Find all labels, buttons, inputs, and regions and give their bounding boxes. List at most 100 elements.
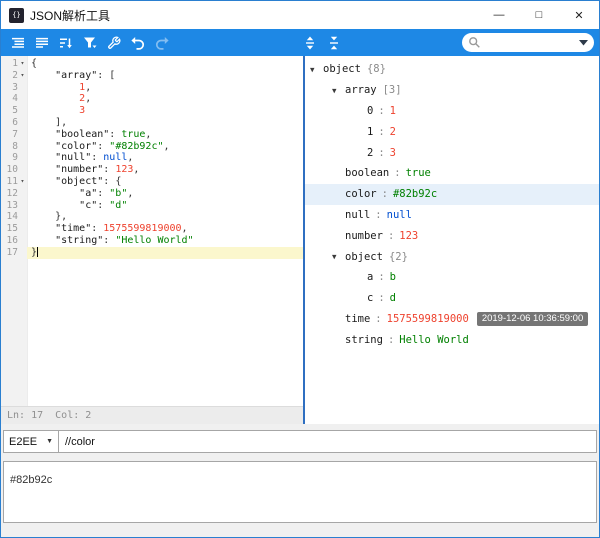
code-line: "number": 123, xyxy=(27,164,303,176)
tree-key[interactable]: c xyxy=(367,292,373,304)
editor-line[interactable]: 17} xyxy=(1,247,303,259)
redo-icon xyxy=(155,36,169,50)
tree-row[interactable]: string:Hello World xyxy=(305,329,599,350)
line-number-gutter: 16 xyxy=(1,235,27,247)
code-token: : xyxy=(91,152,103,163)
json-tree-view[interactable]: ▼object{8}▼array[3]0:11:22:3boolean:true… xyxy=(305,56,599,424)
code-token: "object" xyxy=(55,176,103,187)
tree-row[interactable]: a:b xyxy=(305,267,599,288)
editor-line[interactable]: 15 "time": 1575599819000, xyxy=(1,223,303,235)
tree-row[interactable]: 0:1 xyxy=(305,101,599,122)
editor-line[interactable]: 16 "string": "Hello World" xyxy=(1,235,303,247)
editor-line[interactable]: 8 "color": "#82b92c", xyxy=(1,141,303,153)
tree-row[interactable]: ▼object{8} xyxy=(305,59,599,80)
tree-key[interactable]: number xyxy=(345,230,383,242)
tree-row[interactable]: null:null xyxy=(305,205,599,226)
editor-statusbar: Ln: 17 Col: 2 xyxy=(1,406,303,424)
tree-key[interactable]: time xyxy=(345,313,370,325)
editor-line[interactable]: 1▾{ xyxy=(1,58,303,70)
editor-line[interactable]: 10 "number": 123, xyxy=(1,164,303,176)
tree-key[interactable]: color xyxy=(345,188,377,200)
code-token: , xyxy=(85,93,91,104)
code-token: , xyxy=(133,164,139,175)
tree-key[interactable]: string xyxy=(345,334,383,346)
tree-value[interactable]: 1575599819000 xyxy=(387,313,469,325)
editor-line[interactable]: 9 "null": null, xyxy=(1,152,303,164)
tree-value[interactable]: 2 xyxy=(390,126,396,138)
tree-key[interactable]: 0 xyxy=(367,105,373,117)
tree-row[interactable]: ▼array[3] xyxy=(305,80,599,101)
tree-key[interactable]: 2 xyxy=(367,147,373,159)
tree-row[interactable]: ▼object{2} xyxy=(305,246,599,267)
tree-key[interactable]: array xyxy=(345,84,377,96)
editor-line[interactable]: 14 }, xyxy=(1,211,303,223)
tree-row[interactable]: time:15755998190002019-12-06 10:36:59:00 xyxy=(305,309,599,330)
tree-value[interactable]: 1 xyxy=(390,105,396,117)
tree-key[interactable]: null xyxy=(345,209,370,221)
tree-separator: : xyxy=(378,105,384,117)
filter-button[interactable] xyxy=(78,32,101,54)
json-code-editor[interactable]: 1▾{2▾ "array": [3 1,4 2,5 36 ],7 "boolea… xyxy=(1,56,303,424)
tree-row[interactable]: color:#82b92c xyxy=(305,184,599,205)
tree-row[interactable]: 2:3 xyxy=(305,142,599,163)
tree-value[interactable]: d xyxy=(390,292,396,304)
editor-line[interactable]: 7 "boolean": true, xyxy=(1,129,303,141)
tree-key[interactable]: object xyxy=(345,251,383,263)
collapse-node-icon[interactable]: ▼ xyxy=(331,252,345,261)
tree-key[interactable]: a xyxy=(367,271,373,283)
tree-row[interactable]: c:d xyxy=(305,288,599,309)
redo-button[interactable] xyxy=(150,32,173,54)
tree-value[interactable]: null xyxy=(387,209,412,221)
code-token: "d" xyxy=(109,200,127,211)
tree-key[interactable]: 1 xyxy=(367,126,373,138)
maximize-button[interactable]: □ xyxy=(519,1,559,29)
tree-value[interactable]: Hello World xyxy=(399,334,469,346)
tree-value[interactable]: 123 xyxy=(399,230,418,242)
tree-row[interactable]: boolean:true xyxy=(305,163,599,184)
fold-toggle-icon[interactable]: ▾ xyxy=(18,176,27,188)
editor-line[interactable]: 12 "a": "b", xyxy=(1,188,303,200)
editor-line[interactable]: 4 2, xyxy=(1,93,303,105)
format-button[interactable] xyxy=(6,32,29,54)
editor-line[interactable]: 5 3 xyxy=(1,105,303,117)
code-token: : xyxy=(97,70,109,81)
repair-button[interactable] xyxy=(102,32,125,54)
collapse-node-icon[interactable]: ▼ xyxy=(309,65,323,74)
query-path-input[interactable] xyxy=(59,430,597,453)
editor-line[interactable]: 3 1, xyxy=(1,82,303,94)
compact-button[interactable] xyxy=(30,32,53,54)
tree-key[interactable]: object xyxy=(323,63,361,75)
minimize-button[interactable]: — xyxy=(479,1,519,29)
fold-toggle-icon[interactable]: ▾ xyxy=(18,70,27,82)
undo-button[interactable] xyxy=(126,32,149,54)
code-token: }, xyxy=(31,211,67,222)
tree-value[interactable]: #82b92c xyxy=(393,188,437,200)
editor-line[interactable]: 2▾ "array": [ xyxy=(1,70,303,82)
tree-value[interactable]: true xyxy=(406,167,431,179)
expand-all-button[interactable] xyxy=(298,32,321,54)
tree-row[interactable]: 1:2 xyxy=(305,121,599,142)
fold-spacer xyxy=(18,164,27,176)
collapse-node-icon[interactable]: ▼ xyxy=(331,86,345,95)
code-token: { xyxy=(31,58,37,69)
close-button[interactable]: ✕ xyxy=(559,1,599,29)
sort-button[interactable] xyxy=(54,32,77,54)
search-box[interactable] xyxy=(462,33,594,52)
editor-lines[interactable]: 1▾{2▾ "array": [3 1,4 2,5 36 ],7 "boolea… xyxy=(1,56,303,406)
tree-value[interactable]: 3 xyxy=(390,147,396,159)
search-input[interactable] xyxy=(481,37,579,49)
editor-line[interactable]: 6 ], xyxy=(1,117,303,129)
titlebar[interactable]: {} JSON解析工具 — □ ✕ xyxy=(1,1,599,29)
fold-toggle-icon[interactable]: ▾ xyxy=(18,58,27,70)
fold-spacer xyxy=(18,129,27,141)
line-number: 6 xyxy=(1,117,18,129)
collapse-all-button[interactable] xyxy=(322,32,345,54)
editor-line[interactable]: 13 "c": "d" xyxy=(1,200,303,212)
tree-row[interactable]: number:123 xyxy=(305,225,599,246)
tree-value[interactable]: b xyxy=(390,271,396,283)
editor-line[interactable]: 11▾ "object": { xyxy=(1,176,303,188)
code-line: 1, xyxy=(27,82,303,94)
search-options-dropdown-icon[interactable] xyxy=(579,40,588,46)
tree-key[interactable]: boolean xyxy=(345,167,389,179)
query-mode-select[interactable]: E2EE ▼ xyxy=(3,430,59,453)
